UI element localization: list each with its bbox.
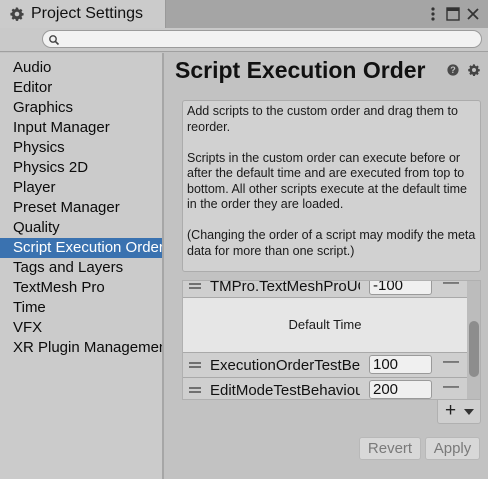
remove-script-button[interactable]: — — [443, 281, 459, 292]
sidebar-item-quality[interactable]: Quality — [0, 218, 162, 238]
execution-order-field[interactable] — [369, 355, 432, 374]
revert-button[interactable]: Revert — [359, 437, 421, 460]
help-text-note: (Changing the order of a script may modi… — [187, 228, 476, 258]
svg-text:?: ? — [450, 65, 456, 75]
drag-handle-icon[interactable] — [189, 387, 201, 393]
apply-button[interactable]: Apply — [425, 437, 480, 460]
sidebar-item-tags-and-layers[interactable]: Tags and Layers — [0, 258, 162, 278]
help-text-intro: Add scripts to the custom order and drag… — [187, 104, 458, 134]
script-row[interactable]: EditModeTestBehaviour — — [183, 379, 467, 399]
sidebar-item-xr-plugin-management[interactable]: XR Plugin Management — [0, 338, 162, 358]
sidebar-item-physics[interactable]: Physics — [0, 138, 162, 158]
divider — [183, 352, 467, 353]
list-scrollbar[interactable] — [467, 281, 480, 399]
sidebar-item-editor[interactable]: Editor — [0, 78, 162, 98]
drag-handle-icon[interactable] — [189, 362, 201, 368]
drag-handle-icon[interactable] — [189, 283, 201, 289]
main-panel: Script Execution Order ? Add scripts to … — [164, 53, 488, 479]
page-title: Script Execution Order — [175, 57, 426, 83]
sidebar-item-graphics[interactable]: Graphics — [0, 98, 162, 118]
remove-script-button[interactable]: — — [443, 379, 459, 396]
close-icon[interactable] — [466, 7, 480, 21]
add-script-button[interactable]: + — [445, 400, 456, 422]
window-tab[interactable]: Project Settings — [0, 0, 166, 28]
help-text-details: Scripts in the custom order can execute … — [187, 150, 468, 212]
search-box[interactable] — [42, 30, 482, 48]
sidebar-item-preset-manager[interactable]: Preset Manager — [0, 198, 162, 218]
sidebar: Audio Editor Graphics Input Manager Physics P… — [0, 53, 162, 479]
gear-icon — [10, 7, 24, 21]
settings-icon[interactable] — [467, 63, 481, 77]
help-box: Add scripts to the custom order and drag… — [182, 100, 481, 272]
script-name: ExecutionOrderTestBehaviour — [210, 357, 360, 374]
chevron-down-icon[interactable] — [464, 409, 474, 415]
scrollbar-thumb[interactable] — [469, 321, 479, 377]
sidebar-item-physics-2d[interactable]: Physics 2D — [0, 158, 162, 178]
execution-order-field[interactable] — [369, 380, 432, 399]
execution-order-field[interactable] — [369, 281, 432, 295]
remove-script-button[interactable]: — — [443, 354, 459, 371]
add-script-dropdown[interactable]: + — [437, 400, 481, 424]
execution-order-list: TMPro.TextMeshProUGUI — Default Time Exe… — [182, 280, 481, 400]
sidebar-item-audio[interactable]: Audio — [0, 58, 162, 78]
script-name: EditModeTestBehaviour — [210, 382, 360, 399]
script-name: TMPro.TextMeshProUGUI — [210, 280, 360, 295]
search-row — [0, 28, 488, 52]
sidebar-item-time[interactable]: Time — [0, 298, 162, 318]
window-title: Project Settings — [31, 5, 144, 22]
menu-dots-icon[interactable] — [428, 5, 438, 23]
sidebar-item-input-manager[interactable]: Input Manager — [0, 118, 162, 138]
script-row[interactable]: ExecutionOrderTestBehaviour — — [183, 354, 467, 378]
sidebar-item-vfx[interactable]: VFX — [0, 318, 162, 338]
search-input[interactable] — [63, 32, 473, 46]
help-icon[interactable]: ? — [447, 64, 459, 76]
title-bar: Project Settings — [0, 0, 488, 28]
sidebar-item-textmesh-pro[interactable]: TextMesh Pro — [0, 278, 162, 298]
search-icon — [49, 35, 60, 46]
maximize-icon[interactable] — [446, 7, 460, 21]
sidebar-item-script-execution-order[interactable]: Script Execution Order — [0, 238, 162, 258]
sidebar-item-player[interactable]: Player — [0, 178, 162, 198]
divider — [183, 377, 467, 378]
default-time-slot: Default Time — [183, 298, 467, 352]
